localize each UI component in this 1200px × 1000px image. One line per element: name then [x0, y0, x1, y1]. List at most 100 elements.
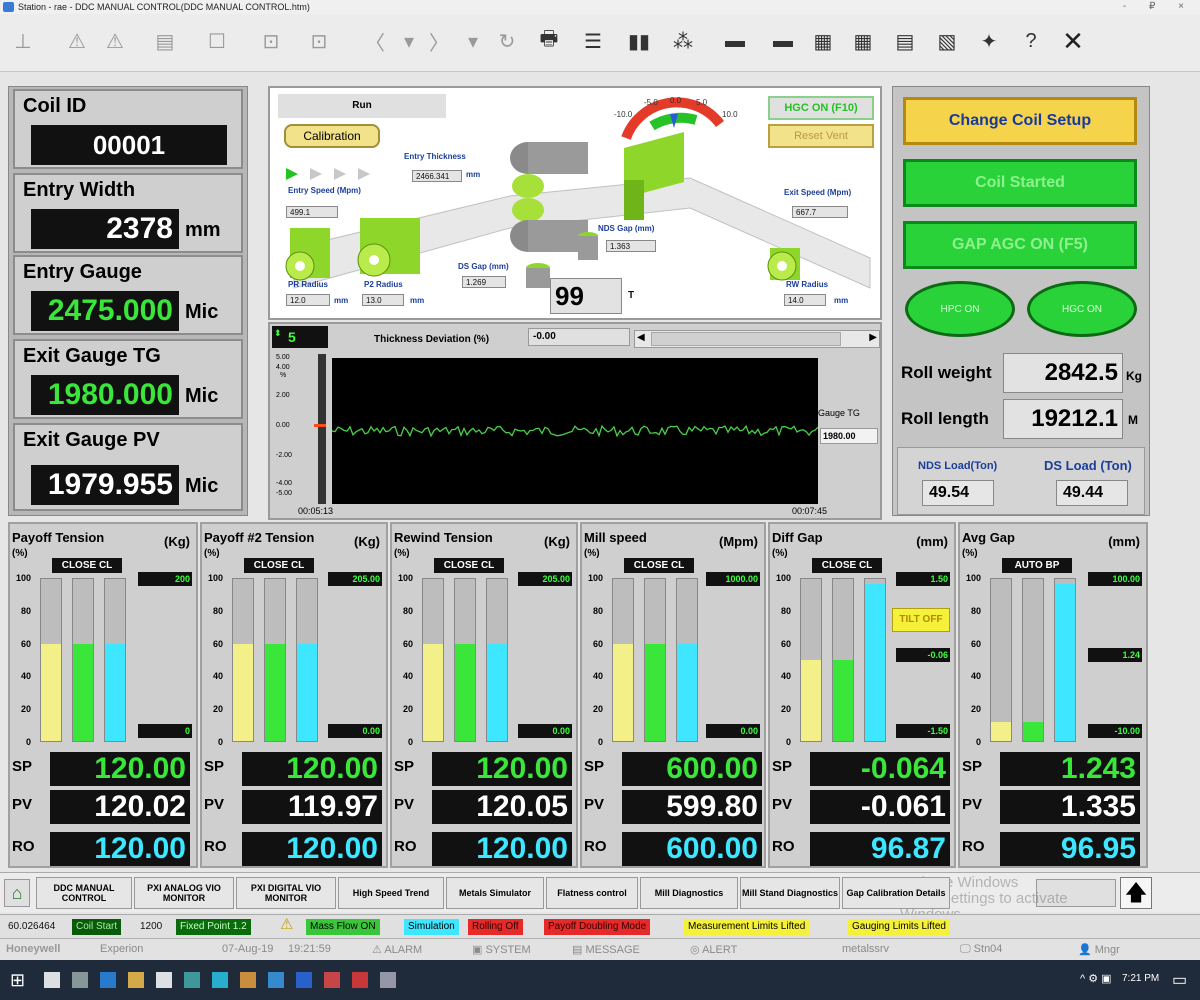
monitor-icon[interactable]: ▬	[768, 26, 798, 56]
search-icon[interactable]	[44, 972, 60, 988]
alert-button[interactable]: ◎ ALERT	[690, 943, 737, 956]
gauge-ro-row: RO 600.00	[582, 830, 768, 868]
gauge-ro-row: RO 120.00	[392, 830, 578, 868]
network-icon[interactable]: ⁂	[668, 26, 698, 56]
down-icon[interactable]: ▾	[458, 26, 488, 56]
app-icon[interactable]	[268, 972, 284, 988]
entry-width-unit: mm	[185, 219, 221, 241]
dial-tick: 10.0	[722, 110, 738, 119]
reset-vent-button[interactable]: Reset Vent	[768, 124, 874, 148]
nav-button[interactable]: Mill Stand Diagnostics	[740, 877, 840, 909]
gauge-bar-frame	[1054, 578, 1076, 742]
add-window-icon[interactable]: ▧	[932, 26, 962, 56]
status-item: 1200	[140, 921, 163, 932]
spinner-arrows-icon[interactable]: ⬍	[274, 328, 282, 339]
app-icon[interactable]	[296, 972, 312, 988]
alarm-icon: ⚠	[372, 944, 385, 956]
nav-button[interactable]: PXI DIGITAL VIO MONITOR	[236, 877, 336, 909]
tilt-off-button[interactable]: TILT OFF	[892, 608, 950, 632]
nav-button[interactable]: Metals Simulator	[446, 877, 544, 909]
app-icon[interactable]	[352, 972, 368, 988]
hgc-on-button[interactable]: HGC ON (F10)	[768, 96, 874, 120]
up-box-icon[interactable]: ⊡	[304, 26, 334, 56]
app-icon[interactable]	[184, 972, 200, 988]
window-controls[interactable]: - ₽ ×	[1123, 0, 1194, 14]
puzzle-icon[interactable]: ✦	[974, 26, 1004, 56]
windows-start-icon[interactable]: ⊞	[10, 970, 30, 990]
checklist-icon[interactable]: ☰	[578, 26, 608, 56]
status-item: Coil Start	[72, 919, 122, 935]
status-item: Rolling Off	[468, 919, 523, 935]
nav-button[interactable]: Gap Calibration Details	[842, 877, 950, 909]
nav-button[interactable]: High Speed Trend	[338, 877, 444, 909]
blank-icon[interactable]: ☐	[202, 26, 232, 56]
gauge-panel: Payoff Tension (Kg) (%) CLOSE CL 100 80 60 40 20…	[8, 522, 198, 868]
status-item: Simulation	[404, 919, 459, 935]
help-icon[interactable]: ?	[1016, 26, 1046, 56]
trend-window-icon[interactable]: ▦	[848, 26, 878, 56]
notification-icon[interactable]: ▭	[1172, 970, 1187, 990]
gauge-pv-value: 1.335	[1000, 790, 1140, 824]
system-button[interactable]: ▣ SYSTEM	[472, 943, 531, 956]
gauge-range-bottom: 0.00	[706, 724, 760, 738]
coil-started-button[interactable]: Coil Started	[903, 159, 1137, 207]
app-icon[interactable]	[324, 972, 340, 988]
nav-button[interactable]: PXI ANALOG VIO MONITOR	[134, 877, 234, 909]
gauge-bar	[455, 643, 475, 741]
warning-icon[interactable]: ⚠	[62, 26, 92, 56]
gauge-pv-row: PV 120.05	[392, 788, 578, 826]
tray-icons[interactable]: ^ ⚙ ▣	[1080, 972, 1112, 985]
gauge-tick: 40	[20, 671, 31, 682]
gauge-bar	[487, 643, 507, 741]
scroll-left-icon[interactable]: ◀	[637, 332, 645, 343]
trend-title: Thickness Deviation (%)	[374, 334, 490, 345]
stack-window-icon[interactable]: ▤	[890, 26, 920, 56]
back-icon[interactable]: 〈	[360, 26, 390, 56]
display-icon[interactable]: ▬	[720, 26, 750, 56]
gauge-tick: 0	[407, 737, 413, 747]
task-view-icon[interactable]	[72, 972, 88, 988]
forward-icon[interactable]: 〉	[424, 26, 454, 56]
warning-outline-icon[interactable]: ⚠	[100, 26, 130, 56]
nav-button[interactable]: Flatness control	[546, 877, 638, 909]
gauge-range-top: 1.50	[896, 572, 950, 586]
trend-scrollbar[interactable]: ◀ ▶	[634, 330, 880, 348]
bars-icon[interactable]: ▮▮	[624, 26, 654, 56]
gauge-pv-label: PV	[204, 796, 225, 813]
app-icon[interactable]	[240, 972, 256, 988]
gauge-sp-row: SP 120.00	[202, 750, 388, 788]
printer-icon[interactable]: 🖶	[534, 26, 564, 56]
nav-button[interactable]: Mill Diagnostics	[640, 877, 738, 909]
scroll-right-icon[interactable]: ▶	[869, 332, 877, 343]
app-icon[interactable]	[380, 972, 396, 988]
home-icon[interactable]: ⌂	[4, 879, 30, 907]
gauge-range-bottom: -10.00	[1088, 724, 1142, 738]
scroll-thumb[interactable]	[651, 332, 841, 346]
gauge-tick: 60	[212, 638, 223, 649]
store-icon[interactable]	[156, 972, 172, 988]
hierarchy-icon[interactable]: ⊥	[8, 26, 38, 56]
change-coil-setup-button[interactable]: Change Coil Setup	[903, 97, 1137, 145]
close-icon[interactable]: ✕	[1058, 26, 1088, 56]
edge-icon[interactable]	[100, 972, 116, 988]
message-button[interactable]: ▤ MESSAGE	[572, 943, 640, 956]
calibration-button[interactable]: Calibration	[284, 124, 380, 148]
refresh-icon[interactable]: ↻	[492, 26, 522, 56]
hgc-on-oval-button[interactable]: HGC ON	[1027, 281, 1137, 337]
roll-length-label: Roll length	[901, 409, 989, 428]
gauge-tick: 20	[20, 704, 31, 715]
panel-icon[interactable]: ▤	[150, 26, 180, 56]
app-icon[interactable]	[212, 972, 228, 988]
alarm-button[interactable]: ⚠ ALARM	[372, 943, 422, 956]
gap-agc-button[interactable]: GAP AGC ON (F5)	[903, 221, 1137, 269]
y-slider-track[interactable]	[318, 354, 326, 504]
gauge-mid-value: -0.06	[896, 648, 950, 662]
hpc-on-button[interactable]: HPC ON	[905, 281, 1015, 337]
dropdown-box-icon[interactable]: ⊡	[256, 26, 286, 56]
chart-window-icon[interactable]: ▦	[808, 26, 838, 56]
explorer-icon[interactable]	[128, 972, 144, 988]
down-icon[interactable]: ▾	[394, 26, 424, 56]
gauge-tick: 20	[592, 704, 603, 715]
status-item: Measurement Limits Lifted	[684, 919, 810, 935]
nav-button[interactable]: DDC MANUAL CONTROL	[36, 877, 132, 909]
